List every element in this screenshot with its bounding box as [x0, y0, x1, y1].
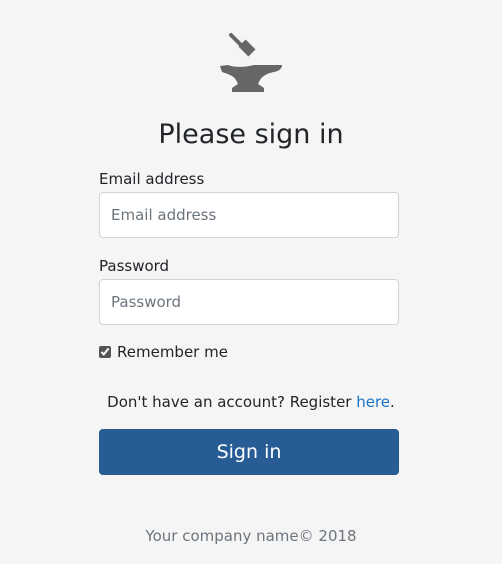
register-link[interactable]: here [356, 393, 390, 411]
remember-me-checkbox[interactable] [99, 346, 111, 358]
register-prompt: Don't have an account? Register here. [0, 391, 502, 413]
register-prompt-suffix: . [390, 393, 395, 411]
email-label: Email address [99, 170, 205, 188]
anvil-hammer-icon [216, 32, 286, 96]
remember-me-label[interactable]: Remember me [117, 342, 228, 362]
password-field[interactable] [99, 279, 399, 325]
page-title: Please sign in [158, 119, 344, 150]
register-prompt-text: Don't have an account? Register [107, 393, 357, 411]
email-field[interactable] [99, 192, 399, 238]
password-label: Password [99, 257, 170, 275]
sign-in-button[interactable]: Sign in [99, 429, 399, 475]
footer-copyright: Your company name© 2018 [145, 527, 357, 545]
remember-me-row: Remember me [99, 342, 228, 362]
